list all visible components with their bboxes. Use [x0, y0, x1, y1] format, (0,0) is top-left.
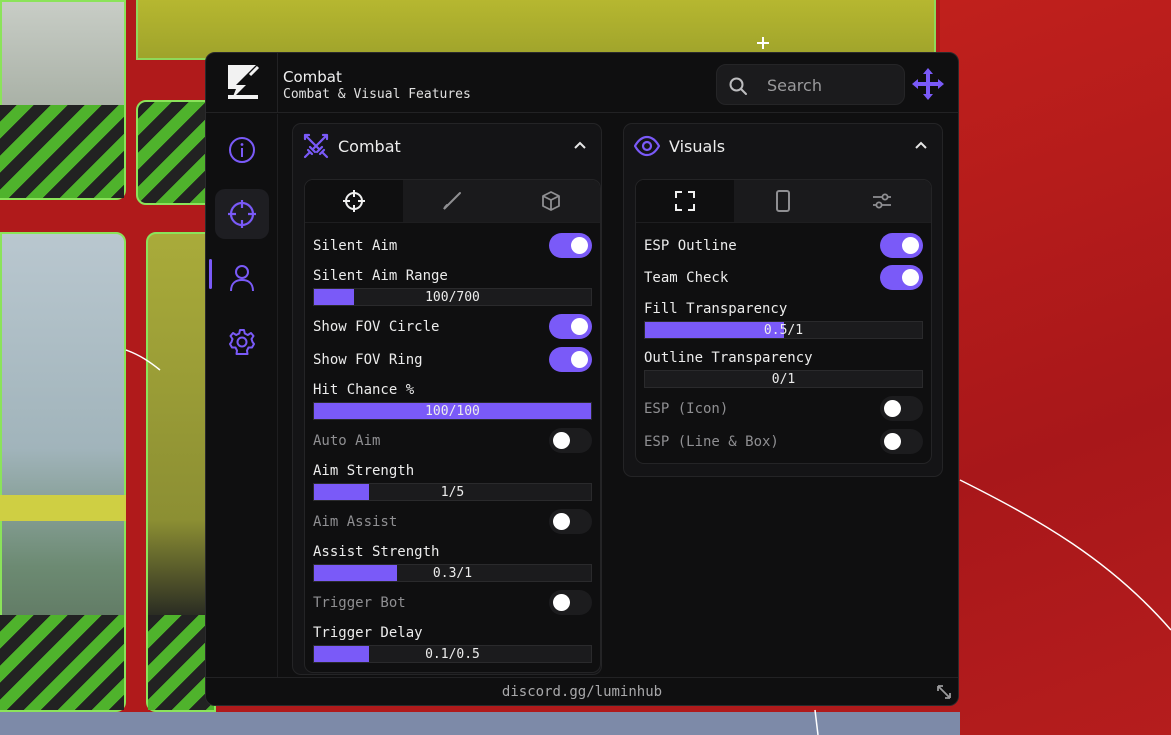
combat-card-header[interactable]: Combat — [293, 124, 601, 168]
sidebar-item-settings[interactable] — [215, 317, 269, 367]
esp-line-box-toggle[interactable] — [880, 429, 923, 454]
visuals-card-title: Visuals — [669, 137, 726, 156]
tab-visuals-device[interactable] — [734, 180, 833, 222]
assist-strength-value: 0.3/1 — [432, 566, 473, 581]
outline-transparency-label: Outline Transparency — [644, 350, 813, 366]
window-subtitle: Combat & Visual Features — [283, 87, 471, 102]
chevron-up-icon[interactable] — [573, 140, 587, 150]
visuals-tabs — [636, 180, 931, 223]
trigger-delay-label: Trigger Delay — [313, 625, 423, 641]
sidebar-item-info[interactable] — [215, 125, 269, 175]
outline-transparency-row: Outline Transparency 0/1 — [644, 350, 923, 390]
visuals-inner-panel: ESP Outline Team Check Fill Transparency… — [635, 179, 932, 464]
trigger-delay-slider[interactable]: 0.1/0.5 — [313, 645, 592, 663]
silent-aim-toggle[interactable] — [549, 233, 592, 258]
fill-transparency-slider[interactable]: 0.5/1 — [644, 321, 923, 339]
silent-aim-range-label: Silent Aim Range — [313, 268, 448, 284]
combat-card-title: Combat — [338, 137, 401, 156]
aim-strength-row: Aim Strength 1/5 — [313, 463, 592, 503]
combat-card: Combat Silent Aim Silent Aim Range 100/7… — [292, 123, 602, 675]
tab-combat-cube[interactable] — [501, 180, 600, 222]
title-bar[interactable]: Combat Combat & Visual Features — [206, 53, 958, 113]
tab-combat-aim[interactable] — [305, 180, 404, 222]
auto-aim-toggle[interactable] — [549, 428, 592, 453]
aim-strength-label: Aim Strength — [313, 463, 415, 479]
sidebar — [206, 114, 278, 677]
esp-line-box-label: ESP (Line & Box) — [644, 434, 779, 450]
hub-window: Combat Combat & Visual Features Search C… — [205, 52, 959, 706]
combat-inner-panel: Silent Aim Silent Aim Range 100/700 Show… — [304, 179, 601, 673]
cube-icon — [541, 191, 560, 211]
fullscreen-icon — [675, 191, 696, 211]
silent-aim-range-row: Silent Aim Range 100/700 — [313, 268, 592, 308]
sliders-icon — [872, 193, 891, 209]
content-area: Combat Silent Aim Silent Aim Range 100/7… — [279, 114, 958, 677]
search-input[interactable] — [767, 73, 895, 97]
show-fov-ring-label: Show FOV Ring — [313, 352, 423, 368]
tab-visuals-esp[interactable] — [636, 180, 735, 222]
show-fov-circle-label: Show FOV Circle — [313, 319, 440, 335]
outline-transparency-slider[interactable]: 0/1 — [644, 370, 923, 388]
info-icon — [229, 137, 255, 163]
move-icon[interactable] — [911, 67, 945, 101]
footer-bar: discord.gg/luminhub — [206, 677, 958, 705]
hit-chance-label: Hit Chance % — [313, 382, 415, 398]
aim-assist-toggle[interactable] — [549, 509, 592, 534]
aim-strength-slider[interactable]: 1/5 — [313, 483, 592, 501]
silent-aim-range-slider[interactable]: 100/700 — [313, 288, 592, 306]
sidebar-active-indicator — [209, 259, 212, 289]
title-separator — [277, 53, 278, 113]
tab-visuals-settings[interactable] — [832, 180, 931, 222]
assist-strength-label: Assist Strength — [313, 544, 440, 560]
hit-chance-row: Hit Chance % 100/100 — [313, 382, 592, 422]
team-check-toggle[interactable] — [880, 265, 923, 290]
esp-icon-label: ESP (Icon) — [644, 401, 729, 417]
brush-icon — [443, 192, 462, 210]
auto-aim-label: Auto Aim — [313, 433, 381, 449]
aim-strength-value: 1/5 — [440, 485, 465, 500]
visuals-card: Visuals ESP Outline Team Check Fill Tran… — [623, 123, 943, 477]
combat-tabs — [305, 180, 600, 223]
lumin-logo-icon — [228, 65, 260, 99]
trigger-delay-row: Trigger Delay 0.1/0.5 — [313, 625, 592, 665]
gear-icon — [229, 329, 255, 355]
fill-transparency-label: Fill Transparency — [644, 301, 788, 317]
visuals-card-header[interactable]: Visuals — [624, 124, 942, 168]
phone-icon — [776, 190, 791, 212]
trigger-bot-label: Trigger Bot — [313, 595, 406, 611]
eye-icon — [634, 135, 660, 157]
esp-icon-toggle[interactable] — [880, 396, 923, 421]
search-icon — [729, 77, 747, 95]
fill-transparency-value: 0.5/1 — [763, 323, 804, 338]
crossed-swords-icon — [303, 133, 329, 159]
crosshair-icon — [343, 190, 366, 212]
hit-chance-value: 100/100 — [425, 404, 480, 419]
aim-assist-label: Aim Assist — [313, 514, 398, 530]
silent-aim-label: Silent Aim — [313, 238, 398, 254]
hit-chance-slider[interactable]: 100/100 — [313, 402, 592, 420]
discord-link[interactable]: discord.gg/luminhub — [206, 684, 958, 700]
assist-strength-slider[interactable]: 0.3/1 — [313, 564, 592, 582]
outline-transparency-value: 0/1 — [771, 372, 796, 387]
tab-combat-brush[interactable] — [403, 180, 502, 222]
fill-transparency-row: Fill Transparency 0.5/1 — [644, 301, 923, 341]
show-fov-ring-toggle[interactable] — [549, 347, 592, 372]
chevron-up-icon[interactable] — [914, 140, 928, 150]
crosshair-icon — [228, 200, 256, 228]
silent-aim-range-value: 100/700 — [425, 290, 480, 305]
resize-icon[interactable] — [936, 684, 952, 700]
search-box[interactable] — [716, 64, 905, 105]
window-title: Combat — [283, 68, 342, 86]
sidebar-item-combat[interactable] — [215, 189, 269, 239]
assist-strength-row: Assist Strength 0.3/1 — [313, 544, 592, 584]
game-crosshair — [757, 37, 769, 49]
esp-outline-toggle[interactable] — [880, 233, 923, 258]
trigger-delay-value: 0.1/0.5 — [425, 647, 480, 662]
trigger-bot-toggle[interactable] — [549, 590, 592, 615]
esp-outline-label: ESP Outline — [644, 238, 737, 254]
show-fov-circle-toggle[interactable] — [549, 314, 592, 339]
user-icon — [230, 265, 254, 292]
team-check-label: Team Check — [644, 270, 729, 286]
sidebar-item-user[interactable] — [215, 253, 269, 303]
